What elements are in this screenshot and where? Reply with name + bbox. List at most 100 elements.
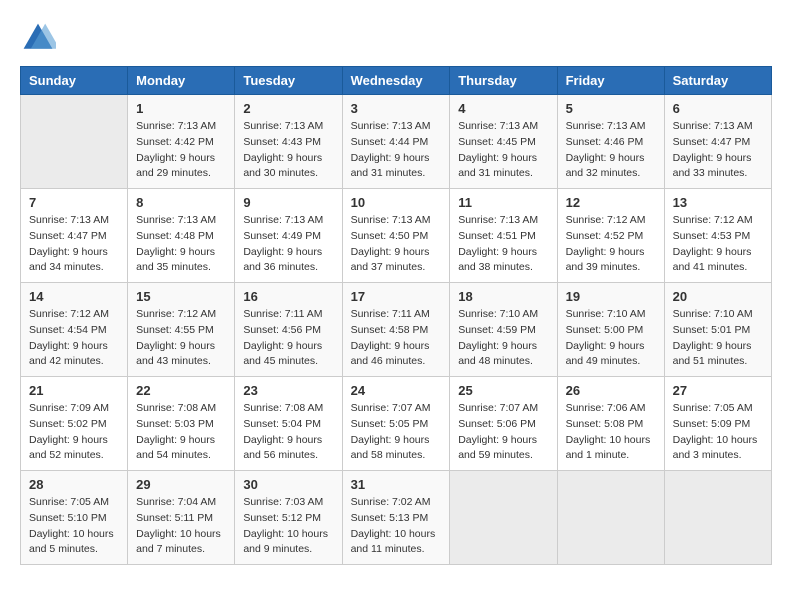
- day-number: 18: [458, 289, 548, 304]
- day-cell: 18 Sunrise: 7:10 AMSunset: 4:59 PMDayligh…: [450, 283, 557, 377]
- day-info: Sunrise: 7:07 AMSunset: 5:05 PMDaylight:…: [351, 401, 442, 464]
- day-cell: 21 Sunrise: 7:09 AMSunset: 5:02 PMDayligh…: [21, 377, 128, 471]
- day-cell: 8 Sunrise: 7:13 AMSunset: 4:48 PMDaylight…: [128, 189, 235, 283]
- calendar-header-row: SundayMondayTuesdayWednesdayThursdayFrid…: [21, 67, 772, 95]
- day-info: Sunrise: 7:13 AMSunset: 4:42 PMDaylight:…: [136, 119, 226, 182]
- day-info: Sunrise: 7:13 AMSunset: 4:50 PMDaylight:…: [351, 213, 442, 276]
- day-info: Sunrise: 7:13 AMSunset: 4:46 PMDaylight:…: [566, 119, 656, 182]
- day-info: Sunrise: 7:07 AMSunset: 5:06 PMDaylight:…: [458, 401, 548, 464]
- day-cell: 2 Sunrise: 7:13 AMSunset: 4:43 PMDaylight…: [235, 95, 342, 189]
- day-info: Sunrise: 7:05 AMSunset: 5:10 PMDaylight:…: [29, 495, 119, 558]
- day-info: Sunrise: 7:13 AMSunset: 4:51 PMDaylight:…: [458, 213, 548, 276]
- day-info: Sunrise: 7:12 AMSunset: 4:52 PMDaylight:…: [566, 213, 656, 276]
- day-number: 29: [136, 477, 226, 492]
- day-cell: 6Sunrise: 7:13 AMSunset: 4:47 PMDaylight…: [664, 95, 771, 189]
- day-cell: 16 Sunrise: 7:11 AMSunset: 4:56 PMDayligh…: [235, 283, 342, 377]
- day-info: Sunrise: 7:04 AMSunset: 5:11 PMDaylight:…: [136, 495, 226, 558]
- logo-icon: [20, 20, 56, 56]
- day-cell: 28 Sunrise: 7:05 AMSunset: 5:10 PMDayligh…: [21, 471, 128, 565]
- day-cell: [21, 95, 128, 189]
- page-header: [20, 20, 772, 56]
- day-info: Sunrise: 7:10 AMSunset: 4:59 PMDaylight:…: [458, 307, 548, 370]
- day-cell: 4 Sunrise: 7:13 AMSunset: 4:45 PMDaylight…: [450, 95, 557, 189]
- day-info: Sunrise: 7:11 AMSunset: 4:56 PMDaylight:…: [243, 307, 333, 370]
- day-number: 14: [29, 289, 119, 304]
- day-cell: 29 Sunrise: 7:04 AMSunset: 5:11 PMDayligh…: [128, 471, 235, 565]
- day-cell: 15 Sunrise: 7:12 AMSunset: 4:55 PMDayligh…: [128, 283, 235, 377]
- day-info: Sunrise: 7:13 AMSunset: 4:43 PMDaylight:…: [243, 119, 333, 182]
- calendar-table: SundayMondayTuesdayWednesdayThursdayFrid…: [20, 66, 772, 565]
- day-info: Sunrise: 7:02 AMSunset: 5:13 PMDaylight:…: [351, 495, 442, 558]
- day-info: Sunrise: 7:13 AMSunset: 4:44 PMDaylight:…: [351, 119, 442, 182]
- day-number: 7: [29, 195, 119, 210]
- day-number: 4: [458, 101, 548, 116]
- day-number: 17: [351, 289, 442, 304]
- day-info: Sunrise: 7:09 AMSunset: 5:02 PMDaylight:…: [29, 401, 119, 464]
- day-number: 26: [566, 383, 656, 398]
- day-cell: [664, 471, 771, 565]
- day-cell: 7 Sunrise: 7:13 AMSunset: 4:47 PMDaylight…: [21, 189, 128, 283]
- week-row-4: 21 Sunrise: 7:09 AMSunset: 5:02 PMDayligh…: [21, 377, 772, 471]
- day-info: Sunrise: 7:13 AMSunset: 4:49 PMDaylight:…: [243, 213, 333, 276]
- week-row-1: 1 Sunrise: 7:13 AMSunset: 4:42 PMDaylight…: [21, 95, 772, 189]
- day-number: 15: [136, 289, 226, 304]
- day-info: Sunrise: 7:03 AMSunset: 5:12 PMDaylight:…: [243, 495, 333, 558]
- day-cell: 3 Sunrise: 7:13 AMSunset: 4:44 PMDaylight…: [342, 95, 450, 189]
- day-cell: 23 Sunrise: 7:08 AMSunset: 5:04 PMDayligh…: [235, 377, 342, 471]
- day-cell: 19 Sunrise: 7:10 AMSunset: 5:00 PMDayligh…: [557, 283, 664, 377]
- day-cell: 24 Sunrise: 7:07 AMSunset: 5:05 PMDayligh…: [342, 377, 450, 471]
- day-info: Sunrise: 7:08 AMSunset: 5:03 PMDaylight:…: [136, 401, 226, 464]
- day-cell: 22Sunrise: 7:08 AMSunset: 5:03 PMDayligh…: [128, 377, 235, 471]
- header-thursday: Thursday: [450, 67, 557, 95]
- header-tuesday: Tuesday: [235, 67, 342, 95]
- day-number: 10: [351, 195, 442, 210]
- day-cell: 30 Sunrise: 7:03 AMSunset: 5:12 PMDayligh…: [235, 471, 342, 565]
- header-monday: Monday: [128, 67, 235, 95]
- day-number: 27: [673, 383, 763, 398]
- day-info: Sunrise: 7:13 AMSunset: 4:47 PMDaylight:…: [673, 119, 763, 182]
- day-cell: 17Sunrise: 7:11 AMSunset: 4:58 PMDayligh…: [342, 283, 450, 377]
- day-number: 28: [29, 477, 119, 492]
- day-info: Sunrise: 7:10 AMSunset: 5:00 PMDaylight:…: [566, 307, 656, 370]
- day-cell: 11Sunrise: 7:13 AMSunset: 4:51 PMDayligh…: [450, 189, 557, 283]
- day-number: 30: [243, 477, 333, 492]
- header-wednesday: Wednesday: [342, 67, 450, 95]
- header-friday: Friday: [557, 67, 664, 95]
- day-number: 19: [566, 289, 656, 304]
- header-saturday: Saturday: [664, 67, 771, 95]
- day-info: Sunrise: 7:06 AMSunset: 5:08 PMDaylight:…: [566, 401, 656, 464]
- header-sunday: Sunday: [21, 67, 128, 95]
- day-info: Sunrise: 7:10 AMSunset: 5:01 PMDaylight:…: [673, 307, 763, 370]
- day-info: Sunrise: 7:13 AMSunset: 4:45 PMDaylight:…: [458, 119, 548, 182]
- day-info: Sunrise: 7:13 AMSunset: 4:47 PMDaylight:…: [29, 213, 119, 276]
- day-cell: 25 Sunrise: 7:07 AMSunset: 5:06 PMDayligh…: [450, 377, 557, 471]
- day-cell: 27 Sunrise: 7:05 AMSunset: 5:09 PMDayligh…: [664, 377, 771, 471]
- day-number: 16: [243, 289, 333, 304]
- day-number: 25: [458, 383, 548, 398]
- day-cell: [557, 471, 664, 565]
- day-cell: [450, 471, 557, 565]
- day-cell: 13Sunrise: 7:12 AMSunset: 4:53 PMDayligh…: [664, 189, 771, 283]
- day-number: 24: [351, 383, 442, 398]
- day-info: Sunrise: 7:08 AMSunset: 5:04 PMDaylight:…: [243, 401, 333, 464]
- day-number: 3: [351, 101, 442, 116]
- day-number: 23: [243, 383, 333, 398]
- day-cell: 20Sunrise: 7:10 AMSunset: 5:01 PMDayligh…: [664, 283, 771, 377]
- day-cell: 26 Sunrise: 7:06 AMSunset: 5:08 PMDayligh…: [557, 377, 664, 471]
- week-row-3: 14Sunrise: 7:12 AMSunset: 4:54 PMDayligh…: [21, 283, 772, 377]
- day-number: 8: [136, 195, 226, 210]
- day-number: 12: [566, 195, 656, 210]
- day-number: 1: [136, 101, 226, 116]
- day-info: Sunrise: 7:13 AMSunset: 4:48 PMDaylight:…: [136, 213, 226, 276]
- day-cell: 31 Sunrise: 7:02 AMSunset: 5:13 PMDayligh…: [342, 471, 450, 565]
- day-info: Sunrise: 7:12 AMSunset: 4:53 PMDaylight:…: [673, 213, 763, 276]
- day-cell: 1 Sunrise: 7:13 AMSunset: 4:42 PMDaylight…: [128, 95, 235, 189]
- day-number: 2: [243, 101, 333, 116]
- day-cell: 9Sunrise: 7:13 AMSunset: 4:49 PMDaylight…: [235, 189, 342, 283]
- day-number: 21: [29, 383, 119, 398]
- day-cell: 12 Sunrise: 7:12 AMSunset: 4:52 PMDayligh…: [557, 189, 664, 283]
- day-number: 31: [351, 477, 442, 492]
- day-info: Sunrise: 7:05 AMSunset: 5:09 PMDaylight:…: [673, 401, 763, 464]
- day-info: Sunrise: 7:12 AMSunset: 4:55 PMDaylight:…: [136, 307, 226, 370]
- week-row-5: 28 Sunrise: 7:05 AMSunset: 5:10 PMDayligh…: [21, 471, 772, 565]
